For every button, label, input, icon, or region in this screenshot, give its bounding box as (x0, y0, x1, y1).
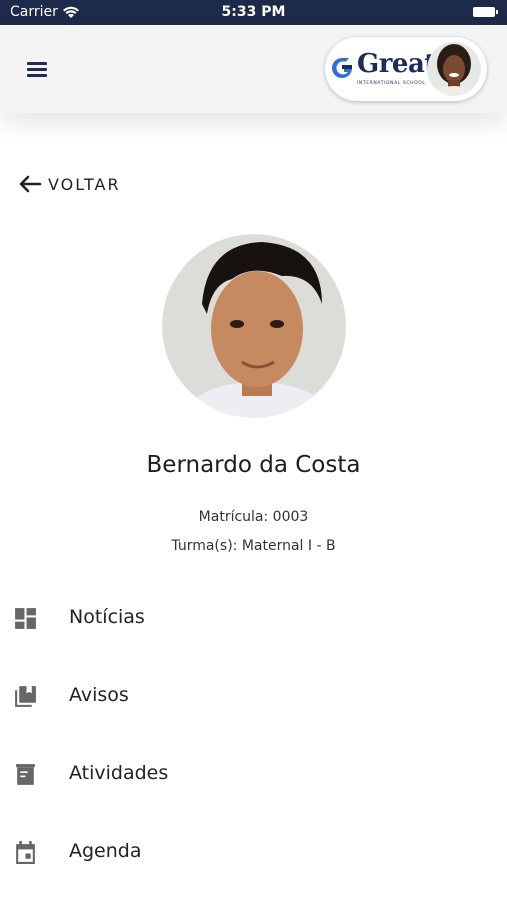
menu-item-label: Notícias (69, 606, 145, 628)
back-label: VOLTAR (48, 174, 121, 194)
battery-icon (473, 7, 498, 17)
library-books-icon (15, 686, 36, 707)
menu-item-agenda[interactable]: Agenda (0, 812, 507, 890)
student-registration: Matrícula: 0003 (198, 509, 309, 525)
student-menu: Notícias Avisos Atividades Agenda (0, 578, 507, 890)
brand-name: Great (357, 49, 436, 79)
school-profile-switcher[interactable]: Great INTERNATIONAL SCHOOL (325, 37, 487, 101)
app-bar: Great INTERNATIONAL SCHOOL (0, 25, 507, 113)
hamburger-menu-icon[interactable] (27, 62, 47, 78)
student-avatar (162, 234, 346, 418)
arrow-left-icon (19, 175, 42, 193)
assignment-icon (16, 764, 35, 785)
brand-subtitle: INTERNATIONAL SCHOOL (357, 81, 426, 86)
menu-item-noticias[interactable]: Notícias (0, 578, 507, 656)
student-name: Bernardo da Costa (146, 452, 361, 478)
guardian-avatar (427, 42, 481, 96)
calendar-icon (16, 841, 35, 864)
student-classes: Turma(s): Maternal I - B (171, 538, 336, 554)
clock-time: 5:33 PM (221, 4, 286, 20)
great-logo-icon (332, 58, 352, 78)
status-bar: Carrier 5:33 PM (0, 0, 507, 25)
back-button[interactable]: VOLTAR (18, 172, 121, 196)
menu-item-atividades[interactable]: Atividades (0, 734, 507, 812)
menu-item-label: Agenda (69, 840, 142, 862)
menu-item-avisos[interactable]: Avisos (0, 656, 507, 734)
menu-item-label: Avisos (69, 684, 129, 706)
menu-item-label: Atividades (69, 762, 169, 784)
dashboard-icon (15, 608, 36, 629)
